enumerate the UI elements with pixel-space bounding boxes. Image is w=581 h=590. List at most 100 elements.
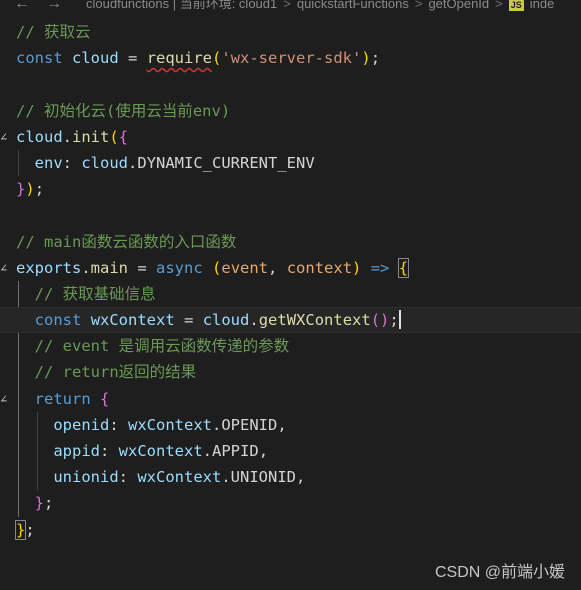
bracket: { bbox=[100, 389, 110, 408]
code-line-1[interactable]: // 获取云 bbox=[0, 19, 581, 45]
constant: DYNAMIC_CURRENT_ENV bbox=[137, 153, 315, 172]
code-line-14[interactable]: // return返回的结果 bbox=[0, 359, 581, 385]
variable: wxContext bbox=[128, 415, 212, 434]
csdn-watermark: CSDN @前端小媛 bbox=[434, 564, 565, 581]
bracket: } bbox=[16, 180, 26, 199]
bracket: ) bbox=[25, 180, 35, 199]
colon: : bbox=[62, 153, 82, 172]
code-line-6[interactable]: env: cloud.DYNAMIC_CURRENT_ENV bbox=[0, 150, 581, 176]
variable: cloud bbox=[81, 153, 129, 172]
dot: . bbox=[202, 442, 213, 460]
code-line-11[interactable]: // 获取基础信息 bbox=[0, 281, 581, 307]
code-editor[interactable]: // 获取云 const cloud = require('wx-server-… bbox=[0, 19, 581, 543]
code-line-3[interactable] bbox=[0, 71, 581, 97]
code-line-4[interactable]: // 初始化云(使用云当前env) bbox=[0, 98, 581, 124]
bracket: ) bbox=[361, 49, 371, 68]
bracket-match: { bbox=[397, 257, 410, 278]
code-line-19[interactable]: }; bbox=[0, 490, 581, 516]
code-line-7[interactable]: }); bbox=[0, 176, 581, 202]
keyword: const bbox=[16, 49, 63, 68]
comma: , bbox=[268, 258, 287, 277]
semicolon: ; bbox=[44, 494, 54, 513]
chevron-right-icon: > bbox=[495, 0, 503, 11]
property: openid bbox=[53, 415, 110, 434]
fold-chevron-icon[interactable]: ∠ bbox=[0, 124, 7, 150]
keyword: async bbox=[156, 258, 203, 277]
code-line-15[interactable]: ∠ return { bbox=[0, 386, 581, 412]
text-cursor bbox=[398, 310, 401, 330]
property: env bbox=[34, 153, 63, 172]
constant: OPENID bbox=[221, 415, 278, 434]
function-name: require bbox=[146, 49, 213, 68]
parameter: event bbox=[221, 258, 269, 277]
back-arrow-icon[interactable]: ← bbox=[14, 0, 30, 12]
variable: cloud bbox=[72, 49, 119, 68]
code-line-2[interactable]: const cloud = require('wx-server-sdk'); bbox=[0, 45, 581, 71]
dot: . bbox=[62, 127, 73, 146]
bracket: ( bbox=[109, 127, 119, 146]
variable: exports bbox=[16, 258, 82, 277]
breadcrumb-item-cloudfunctions[interactable]: cloudfunctions | 当前环境: cloud1 bbox=[86, 0, 277, 11]
arrow-operator: => bbox=[361, 258, 399, 277]
code-line-16[interactable]: openid: wxContext.OPENID, bbox=[0, 412, 581, 438]
code-line-13[interactable]: // event 是调用云函数传递的参数 bbox=[0, 333, 581, 359]
js-file-icon: JS bbox=[508, 0, 524, 11]
comment: // 获取云 bbox=[16, 23, 91, 41]
bracket-match: } bbox=[14, 519, 27, 540]
forward-arrow-icon[interactable]: → bbox=[46, 0, 62, 12]
code-line-10[interactable]: ∠ exports.main = async (event, context) … bbox=[0, 255, 581, 281]
code-line-8[interactable] bbox=[0, 202, 581, 228]
variable: wxContext bbox=[118, 442, 203, 460]
variable: cloud bbox=[202, 311, 250, 330]
comma: , bbox=[277, 415, 287, 434]
comma: , bbox=[258, 442, 269, 460]
semicolon: ; bbox=[34, 180, 45, 199]
function-name: main bbox=[90, 258, 128, 277]
variable: wxContext bbox=[90, 311, 175, 330]
fold-chevron-icon[interactable]: ∠ bbox=[0, 386, 7, 412]
dot: . bbox=[221, 468, 231, 487]
operator: = bbox=[128, 258, 156, 277]
semicolon: ; bbox=[370, 49, 381, 68]
fold-chevron-icon[interactable]: ∠ bbox=[0, 255, 7, 281]
variable: cloud bbox=[16, 127, 63, 146]
keyword: const bbox=[34, 311, 82, 330]
code-line-12-current[interactable]: const wxContext = cloud.getWXContext(); bbox=[0, 307, 581, 334]
colon: : bbox=[100, 442, 119, 460]
code-line-18[interactable]: unionid: wxContext.UNIONID, bbox=[0, 464, 581, 490]
breadcrumb-item-file[interactable]: inde bbox=[530, 0, 555, 11]
code-line-17[interactable]: appid: wxContext.APPID, bbox=[0, 438, 581, 464]
comment: // main函数云函数的入口函数 bbox=[16, 232, 237, 251]
colon: : bbox=[118, 468, 138, 487]
dot: . bbox=[81, 258, 91, 277]
operator: = bbox=[118, 49, 147, 68]
comment: // 初始化云(使用云当前env) bbox=[16, 101, 231, 120]
bracket: () bbox=[370, 311, 390, 330]
variable: wxContext bbox=[137, 468, 222, 487]
property: appid bbox=[53, 442, 100, 460]
operator: = bbox=[174, 311, 203, 330]
bracket: { bbox=[118, 127, 129, 146]
constant: UNIONID bbox=[230, 468, 296, 487]
constant: APPID bbox=[212, 442, 259, 460]
dot: . bbox=[249, 311, 259, 330]
breadcrumb-item-quickstart[interactable]: quickstartFunctions bbox=[297, 0, 409, 11]
breadcrumb: cloudfunctions | 当前环境: cloud1 > quicksta… bbox=[86, 0, 554, 11]
bracket: ( bbox=[212, 258, 222, 277]
semicolon: ; bbox=[389, 311, 399, 330]
semicolon: ; bbox=[25, 520, 35, 539]
chevron-right-icon: > bbox=[414, 0, 423, 11]
parameter: context bbox=[286, 258, 353, 277]
bracket: } bbox=[34, 494, 45, 513]
code-line-20[interactable]: }; bbox=[0, 517, 581, 543]
code-line-9[interactable]: // main函数云函数的入口函数 bbox=[0, 229, 581, 255]
code-line-5[interactable]: ∠ cloud.init({ bbox=[0, 124, 581, 150]
function-name: getWXContext bbox=[258, 311, 371, 330]
chevron-right-icon: > bbox=[283, 0, 291, 11]
keyword: return bbox=[34, 389, 91, 408]
comment: // 获取基础信息 bbox=[34, 284, 156, 303]
comment: // event 是调用云函数传递的参数 bbox=[34, 337, 290, 356]
breadcrumb-item-getopenid[interactable]: getOpenId bbox=[428, 0, 489, 11]
property: unionid bbox=[53, 468, 119, 487]
comment: // return返回的结果 bbox=[34, 363, 197, 382]
